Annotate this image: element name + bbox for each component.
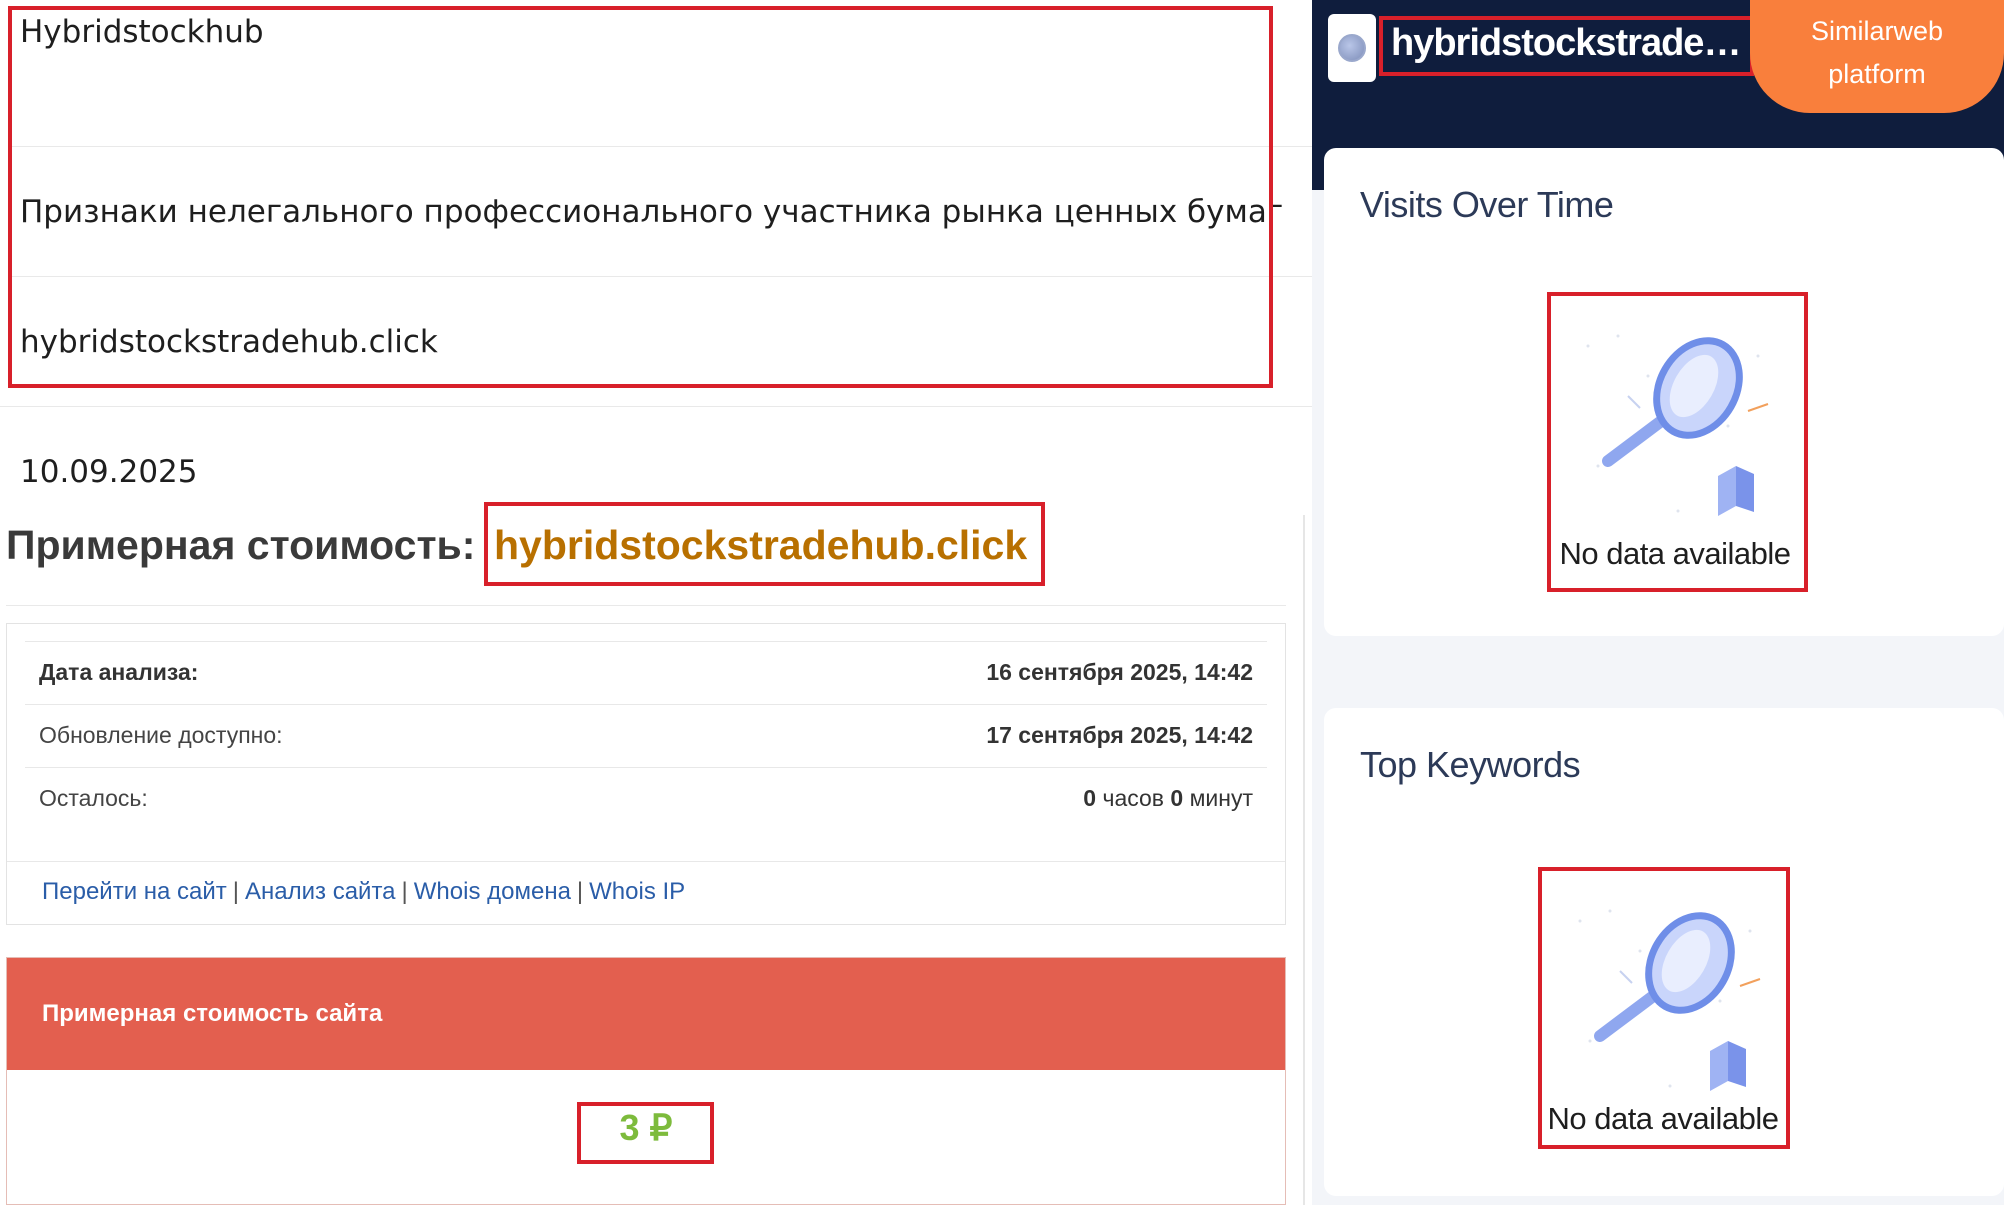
top-keywords-card: Top Keywords No data available — [1324, 708, 2004, 1196]
hours-unit: часов — [1102, 785, 1165, 811]
highlight-box-price-domain — [484, 502, 1045, 586]
favicon — [1328, 14, 1376, 82]
highlight-box-header — [8, 6, 1273, 388]
similarweb-panel: hybridstockstradehub.click Similarweb pl… — [1312, 0, 2004, 1205]
analysis-value: 0 часов 0 минут — [1083, 785, 1253, 812]
globe-icon — [1338, 34, 1366, 62]
highlight-box-keywords — [1538, 867, 1790, 1149]
hours-value: 0 — [1083, 785, 1097, 811]
highlight-box-site-domain — [1379, 16, 1754, 76]
card-title: Top Keywords — [1360, 744, 1581, 785]
row-divider — [6, 605, 1286, 606]
analysis-label: Дата анализа: — [39, 659, 199, 685]
analysis-value: 17 сентября 2025, 14:42 — [986, 722, 1253, 748]
analysis-label: Обновление доступно: — [39, 722, 283, 748]
analysis-row-date: Дата анализа: 16 сентября 2025, 14:42 — [25, 641, 1267, 704]
analysis-row-remaining: Осталось: 0 часов 0 минут — [25, 767, 1267, 830]
left-panel: Hybridstockhub Признаки нелегального про… — [0, 0, 1312, 1205]
highlight-box-visits — [1547, 292, 1808, 592]
links-row: Перейти на сайт | Анализ сайта | Whois домен… — [7, 861, 1285, 925]
whois-domain-link[interactable]: Whois домена — [414, 878, 571, 905]
row-divider — [0, 406, 1312, 407]
go-to-site-link[interactable]: Перейти на сайт — [42, 878, 227, 905]
link-separator: | — [232, 878, 240, 905]
site-analysis-link[interactable]: Анализ сайта — [245, 878, 396, 905]
whois-ip-link[interactable]: Whois IP — [589, 878, 685, 905]
price-title: Примерная стоимость: — [6, 522, 476, 568]
site-cost-panel: Примерная стоимость сайта — [6, 957, 1286, 1205]
analysis-row-update: Обновление доступно: 17 сентября 2025, 1… — [25, 704, 1267, 767]
site-cost-title: Примерная стоимость сайта — [42, 1000, 383, 1027]
visits-over-time-card: Visits Over Time No data available — [1324, 148, 2004, 636]
card-title: Visits Over Time — [1360, 184, 1614, 225]
platform-button-line2: platform — [1828, 59, 1926, 89]
site-cost-header: Примерная стоимость сайта — [7, 958, 1285, 1070]
analysis-label: Осталось: — [39, 785, 148, 811]
publication-date: 10.09.2025 — [20, 454, 198, 490]
minutes-value: 0 — [1170, 785, 1184, 811]
minutes-unit: минут — [1189, 785, 1253, 811]
vertical-divider — [1303, 515, 1305, 1205]
link-separator: | — [401, 878, 408, 905]
similarweb-platform-button[interactable]: Similarweb platform — [1750, 0, 2004, 113]
analysis-card: Дата анализа: 16 сентября 2025, 14:42 Об… — [6, 623, 1286, 925]
analysis-value: 16 сентября 2025, 14:42 — [986, 659, 1253, 685]
platform-button-line1: Similarweb — [1810, 16, 1944, 46]
link-separator: | — [576, 878, 584, 905]
highlight-box-cost — [577, 1102, 714, 1164]
